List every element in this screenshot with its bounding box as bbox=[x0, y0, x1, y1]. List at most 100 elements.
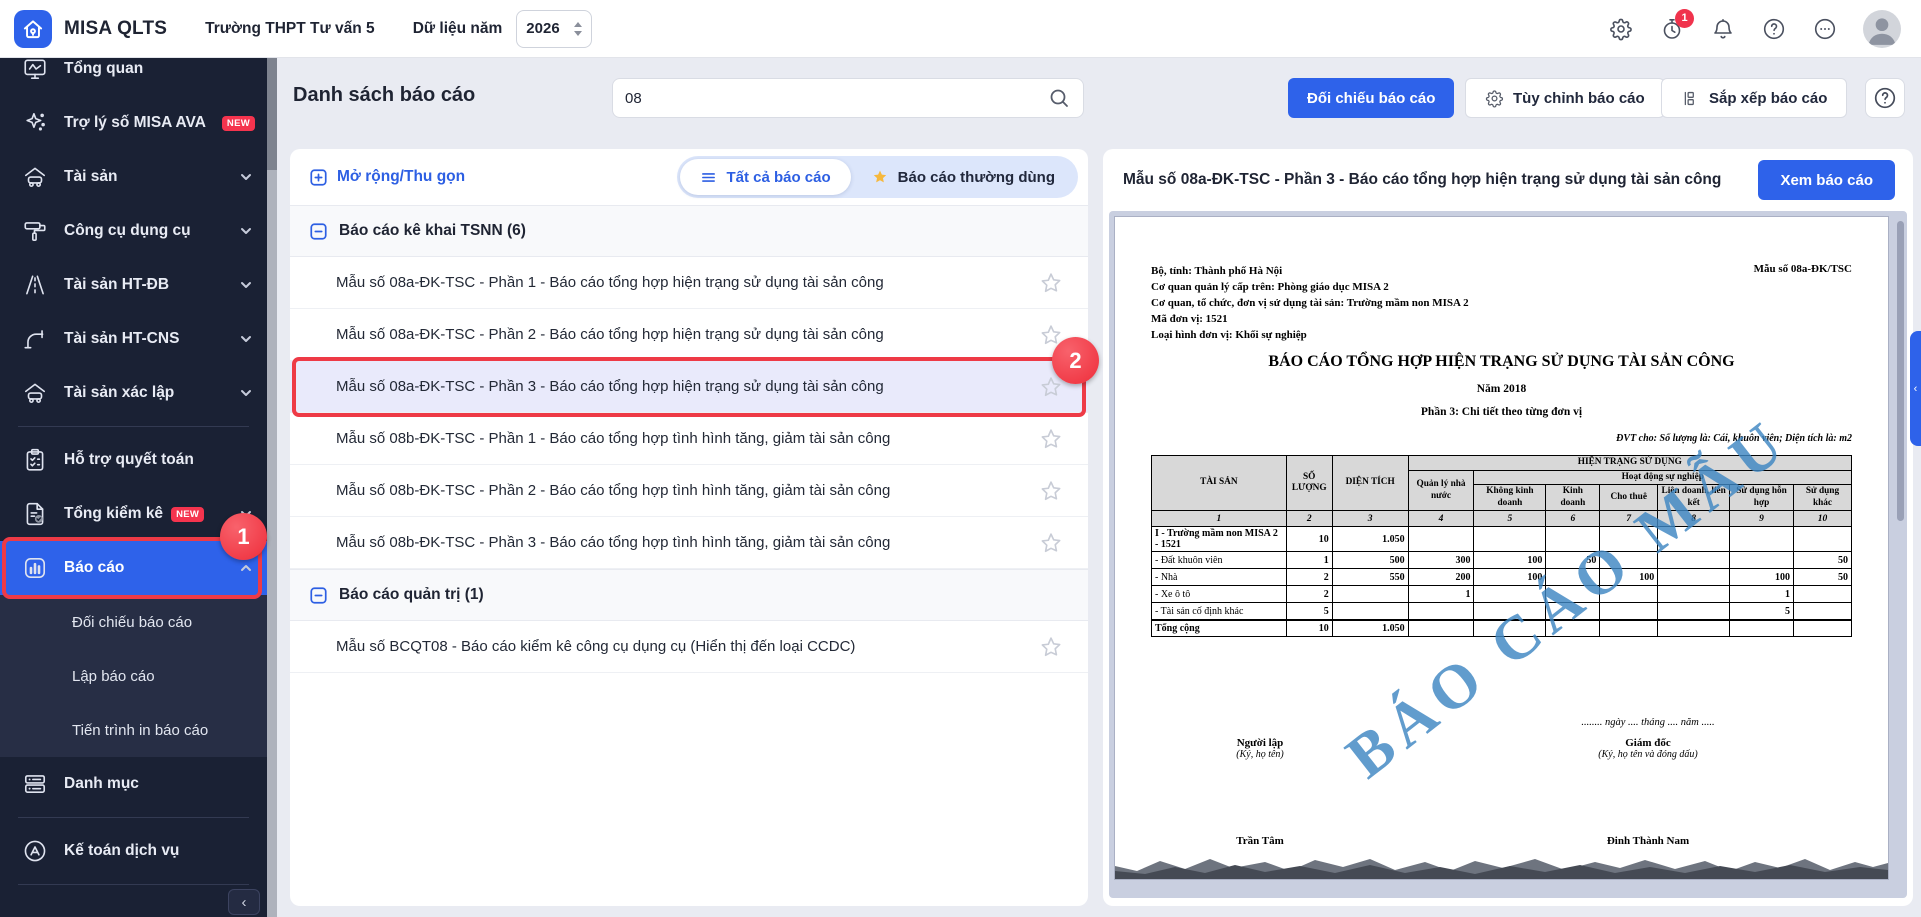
sparkles-icon bbox=[22, 110, 48, 136]
section-title: Báo cáo quản trị (1) bbox=[339, 586, 484, 604]
chevron-down-icon bbox=[239, 278, 253, 292]
sort-reports-button[interactable]: Sắp xếp báo cáo bbox=[1661, 78, 1847, 118]
doc-org-line: Bộ, tỉnh: Thành phố Hà Nội bbox=[1151, 263, 1469, 279]
favorite-star-icon[interactable] bbox=[1038, 478, 1064, 504]
chevron-up-icon bbox=[239, 561, 253, 575]
preview-scrollbar-thumb[interactable] bbox=[1897, 221, 1904, 521]
favorite-star-icon[interactable] bbox=[1038, 270, 1064, 296]
report-row-08a-phan3-selected[interactable]: Mẫu số 08a-ĐK-TSC - Phần 3 - Báo cáo tổn… bbox=[290, 361, 1088, 413]
page-help-button[interactable] bbox=[1865, 78, 1905, 118]
sidebar-item-tai-san[interactable]: Tài sản bbox=[0, 150, 267, 204]
tab-all-reports[interactable]: Tất cả báo cáo bbox=[680, 159, 850, 195]
sidebar-item-tai-san-ht-cns[interactable]: Tài sản HT-CNS bbox=[0, 312, 267, 366]
sidebar-divider bbox=[18, 817, 249, 818]
view-report-button[interactable]: Xem báo cáo bbox=[1758, 160, 1895, 200]
col-header: DIỆN TÍCH bbox=[1332, 456, 1408, 511]
sidebar-item-label: Báo cáo bbox=[64, 559, 124, 577]
collapse-minus-icon[interactable] bbox=[310, 587, 327, 604]
gear-icon bbox=[1485, 89, 1504, 108]
settings-gear-icon[interactable] bbox=[1608, 16, 1634, 42]
button-label: Đối chiếu báo cáo bbox=[1307, 90, 1435, 107]
sidebar-item-tro-ly-misa-ava[interactable]: Trợ lý số MISA AVA NEW bbox=[0, 96, 267, 150]
history-clock-icon[interactable]: 1 bbox=[1659, 16, 1685, 42]
report-row-08b-phan3[interactable]: Mẫu số 08b-ĐK-TSC - Phần 3 - Báo cáo tổn… bbox=[290, 517, 1088, 569]
report-row-08b-phan2[interactable]: Mẫu số 08b-ĐK-TSC - Phần 2 - Báo cáo tổn… bbox=[290, 465, 1088, 517]
sidebar-item-label: Trợ lý số MISA AVA bbox=[64, 114, 206, 132]
col-header: Sử dụng hỗn hợp bbox=[1730, 485, 1794, 511]
col-header: Sử dụng khác bbox=[1794, 485, 1852, 511]
sidebar-item-cong-cu-dung-cu[interactable]: Công cụ dụng cụ bbox=[0, 204, 267, 258]
user-avatar[interactable] bbox=[1863, 10, 1901, 48]
sidebar: Tổng quan Trợ lý số MISA AVA NEW Tài sản bbox=[0, 58, 277, 917]
tab-frequent-reports[interactable]: Báo cáo thường dùng bbox=[851, 159, 1075, 195]
year-select[interactable]: 2026 bbox=[516, 10, 592, 48]
sidebar-scrollbar[interactable] bbox=[267, 58, 277, 917]
help-icon[interactable] bbox=[1761, 16, 1787, 42]
report-label: Mẫu số 08b-ĐK-TSC - Phần 3 - Báo cáo tổn… bbox=[336, 534, 890, 551]
sidebar-collapse-button[interactable]: ‹ bbox=[228, 889, 260, 915]
signer-block-right: Giám đốc (Ký, họ tên và đóng dấu) bbox=[1548, 737, 1748, 760]
sidebar-item-danh-muc[interactable]: Danh mục bbox=[0, 757, 267, 811]
report-search-box[interactable] bbox=[612, 78, 1084, 118]
preview-title: Mẫu số 08a-ĐK-TSC - Phần 3 - Báo cáo tổn… bbox=[1123, 171, 1721, 189]
favorite-star-icon[interactable] bbox=[1038, 426, 1064, 452]
year-stepper[interactable] bbox=[574, 22, 582, 36]
sidebar-item-tong-quan[interactable]: Tổng quan bbox=[0, 58, 267, 96]
submenu-item-tien-trinh-in-bao-cao[interactable]: Tiến trình in báo cáo bbox=[0, 703, 267, 757]
more-options-icon[interactable] bbox=[1812, 16, 1838, 42]
app-window: MISA QLTS Trường THPT Tư vấn 5 Dữ liệu n… bbox=[0, 0, 1921, 917]
submenu-item-lap-bao-cao[interactable]: Lập báo cáo bbox=[0, 649, 267, 703]
data-year-label: Dữ liệu năm bbox=[413, 20, 503, 38]
customize-report-button[interactable]: Tùy chỉnh báo cáo bbox=[1465, 78, 1665, 118]
sidebar-item-tai-san-xac-lap[interactable]: Tài sản xác lập bbox=[0, 366, 267, 420]
sidebar-nav: Tổng quan Trợ lý số MISA AVA NEW Tài sản bbox=[0, 58, 267, 885]
sidebar-item-label: Danh mục bbox=[64, 775, 139, 793]
favorite-star-icon[interactable] bbox=[1038, 530, 1064, 556]
sidebar-item-tai-san-ht-db[interactable]: Tài sản HT-ĐB bbox=[0, 258, 267, 312]
report-row-08a-phan1[interactable]: Mẫu số 08a-ĐK-TSC - Phần 1 - Báo cáo tổn… bbox=[290, 257, 1088, 309]
section-header-ke-khai-tsnn[interactable]: Báo cáo kê khai TSNN (6) bbox=[290, 205, 1088, 257]
submenu-item-doi-chieu-bao-cao[interactable]: Đối chiếu báo cáo bbox=[0, 595, 267, 649]
report-label: Mẫu số 08a-ĐK-TSC - Phần 2 - Báo cáo tổn… bbox=[336, 326, 884, 343]
new-badge: NEW bbox=[222, 116, 255, 131]
submenu-item-label: Đối chiếu báo cáo bbox=[72, 614, 192, 631]
new-badge: NEW bbox=[171, 507, 204, 522]
bell-icon[interactable] bbox=[1710, 16, 1736, 42]
paint-roller-icon bbox=[22, 218, 48, 244]
sidebar-item-ke-toan-dich-vu[interactable]: Kế toán dịch vụ bbox=[0, 824, 267, 878]
search-input[interactable] bbox=[625, 90, 1047, 107]
annotation-step2-badge: 2 bbox=[1052, 337, 1099, 384]
table-row: I - Trường mầm non MISA 2 - 1521101.050 bbox=[1152, 527, 1852, 552]
collapse-minus-icon[interactable] bbox=[310, 223, 327, 240]
report-document-preview: Bộ, tỉnh: Thành phố Hà Nội Cơ quan quản … bbox=[1115, 217, 1888, 879]
sidebar-scrollbar-thumb[interactable] bbox=[267, 58, 277, 170]
page-title: Danh sách báo cáo bbox=[293, 84, 475, 107]
submenu-item-label: Tiến trình in báo cáo bbox=[72, 722, 208, 739]
col-number: 4 bbox=[1408, 511, 1474, 527]
section-header-quan-tri[interactable]: Báo cáo quản trị (1) bbox=[290, 569, 1088, 621]
doc-date-line: ........ ngày .... tháng .... năm ..... bbox=[1498, 717, 1798, 728]
asset-house-icon bbox=[22, 164, 48, 190]
chevron-down-icon bbox=[239, 224, 253, 238]
app-logo-icon[interactable] bbox=[14, 10, 52, 48]
report-row-bcqt08[interactable]: Mẫu số BCQT08 - Báo cáo kiểm kê công cụ … bbox=[290, 621, 1088, 673]
table-row: - Nhà255020010010010050 bbox=[1152, 569, 1852, 586]
compare-reports-button[interactable]: Đối chiếu báo cáo bbox=[1288, 78, 1454, 118]
favorite-star-icon[interactable] bbox=[1038, 634, 1064, 660]
chevron-down-icon bbox=[239, 170, 253, 184]
expand-collapse-toggle[interactable]: Mở rộng/Thu gọn bbox=[310, 168, 465, 186]
col-number: 5 bbox=[1474, 511, 1546, 527]
doc-title: BÁO CÁO TỔNG HỢP HIỆN TRẠNG SỬ DỤNG TÀI … bbox=[1115, 353, 1888, 371]
report-row-08b-phan1[interactable]: Mẫu số 08b-ĐK-TSC - Phần 1 - Báo cáo tổn… bbox=[290, 413, 1088, 465]
sidebar-item-ho-tro-quyet-toan[interactable]: Hỗ trợ quyết toán bbox=[0, 433, 267, 487]
list-server-icon bbox=[22, 771, 48, 797]
preview-body: Bộ, tỉnh: Thành phố Hà Nội Cơ quan quản … bbox=[1109, 211, 1907, 898]
bao-cao-submenu: Đối chiếu báo cáo Lập báo cáo Tiến trình… bbox=[0, 595, 267, 757]
search-icon[interactable] bbox=[1047, 86, 1071, 110]
topbar: MISA QLTS Trường THPT Tư vấn 5 Dữ liệu n… bbox=[0, 0, 1921, 58]
panel-expand-handle[interactable]: ‹ bbox=[1910, 331, 1921, 446]
preview-header: Mẫu số 08a-ĐK-TSC - Phần 3 - Báo cáo tổn… bbox=[1103, 149, 1913, 211]
organization-name[interactable]: Trường THPT Tư vấn 5 bbox=[205, 20, 375, 38]
sidebar-item-label: Tổng quan bbox=[64, 60, 143, 78]
report-row-08a-phan2[interactable]: Mẫu số 08a-ĐK-TSC - Phần 2 - Báo cáo tổn… bbox=[290, 309, 1088, 361]
